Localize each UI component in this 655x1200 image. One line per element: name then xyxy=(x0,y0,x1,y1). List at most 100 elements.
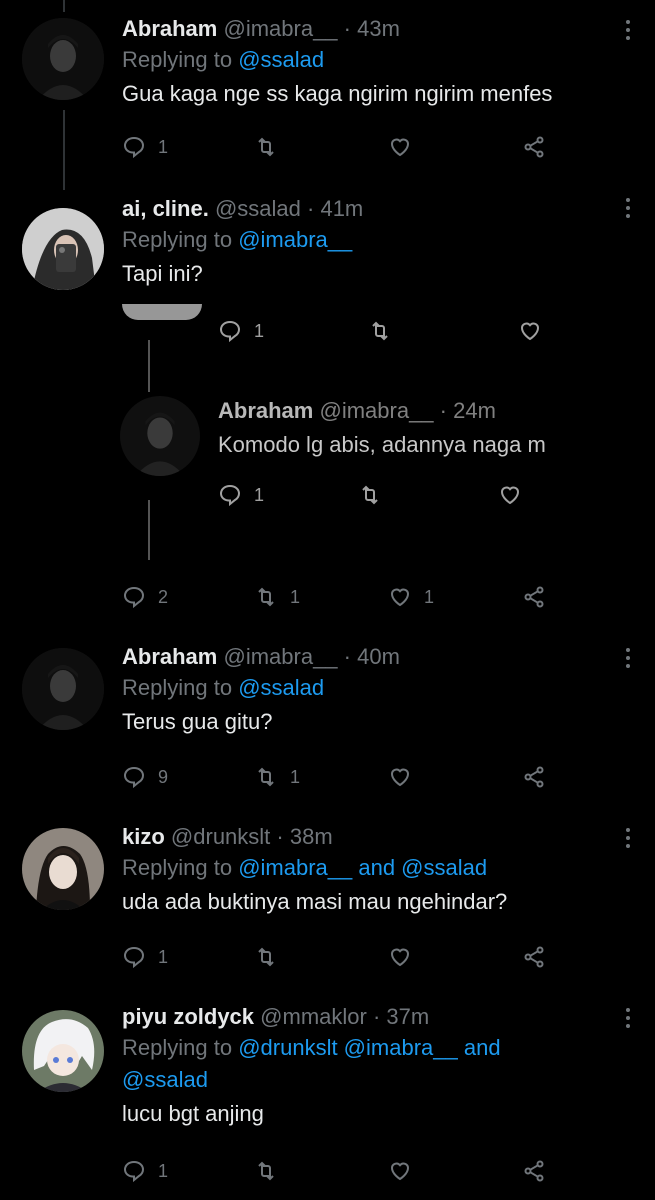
share-button[interactable] xyxy=(522,582,546,612)
handle[interactable]: @imabra__ xyxy=(223,644,337,669)
screenshot-quote-text: Komodo lg abis, adannya naga m xyxy=(218,432,546,457)
reply-icon xyxy=(123,586,145,609)
share-button[interactable] xyxy=(522,942,546,972)
reply-prefix: Replying to xyxy=(122,47,233,72)
handle[interactable]: @ssalad xyxy=(215,196,301,221)
more-options-icon[interactable] xyxy=(625,1008,631,1032)
reply-count: 1 xyxy=(158,946,169,967)
more-options-icon[interactable] xyxy=(625,20,631,44)
display-name[interactable]: ai, cline. xyxy=(122,196,209,221)
timestamp[interactable]: · 43m xyxy=(344,16,400,41)
reply-prefix: Replying to xyxy=(122,1035,233,1060)
reply-icon xyxy=(123,136,145,159)
reply-count: 9 xyxy=(158,766,169,787)
attached-screenshot[interactable]: 1 Abraham @imabra__ · 24m Komodo lg abis… xyxy=(110,300,655,560)
screenshot-avatar xyxy=(120,396,200,476)
timestamp[interactable]: · 37m xyxy=(373,1004,429,1029)
retweet-icon xyxy=(258,947,274,967)
heart-icon xyxy=(390,138,410,157)
share-button[interactable] xyxy=(522,762,546,792)
screenshot-thread-line xyxy=(148,500,150,560)
tweet[interactable]: piyu zoldyck @mmaklor · 37m Replying to … xyxy=(0,1000,655,1200)
reply-icon xyxy=(219,484,241,507)
retweet-icon xyxy=(258,137,274,157)
reply-button[interactable]: 9 xyxy=(122,762,168,792)
heart-icon xyxy=(390,948,410,967)
tweet-header: Abraham @imabra__ · 40m xyxy=(122,642,615,672)
reply-mention[interactable]: @ssalad xyxy=(238,47,324,72)
retweet-button[interactable]: 1 xyxy=(254,582,300,612)
tweet-text: lucu bgt anjing xyxy=(122,1101,264,1126)
heart-icon xyxy=(520,322,540,341)
handle[interactable]: @mmaklor xyxy=(260,1004,367,1029)
reply-icon xyxy=(123,946,145,969)
like-button[interactable] xyxy=(388,942,412,972)
retweet-icon xyxy=(258,1161,274,1181)
tweet[interactable]: ai, cline. @ssalad · 41m Replying to @im… xyxy=(0,190,655,640)
avatar[interactable] xyxy=(22,18,104,100)
retweet-icon xyxy=(258,587,274,607)
heart-icon xyxy=(390,588,410,607)
share-button[interactable] xyxy=(522,1156,546,1186)
like-button[interactable] xyxy=(388,1156,412,1186)
display-name[interactable]: Abraham xyxy=(122,644,217,669)
avatar[interactable] xyxy=(22,1010,104,1092)
handle[interactable]: @drunkslt xyxy=(171,824,270,849)
screenshot-reply: 1 xyxy=(218,480,264,510)
tweet[interactable]: kizo @drunkslt · 38m Replying to @imabra… xyxy=(0,820,655,1000)
more-options-icon[interactable] xyxy=(625,648,631,672)
reply-mention[interactable]: @ssalad xyxy=(238,675,324,700)
timestamp[interactable]: · 38m xyxy=(276,824,332,849)
reply-mention[interactable]: @drunkslt @imabra__ and xyxy=(238,1035,500,1060)
share-button[interactable] xyxy=(522,132,546,162)
tweet-header: piyu zoldyck @mmaklor · 37m xyxy=(122,1002,615,1032)
tweet-actions: 9 1 xyxy=(122,762,552,792)
reply-mention[interactable]: @imabra__ xyxy=(238,227,352,252)
share-icon xyxy=(524,136,544,158)
retweet-icon xyxy=(372,321,388,341)
avatar[interactable] xyxy=(22,648,104,730)
reply-mention[interactable]: @ssalad xyxy=(122,1067,208,1092)
like-button[interactable] xyxy=(388,762,412,792)
screenshot-quote-header: Abraham @imabra__ · 24m xyxy=(218,396,496,426)
reply-button[interactable]: 1 xyxy=(122,942,168,972)
display-name[interactable]: Abraham xyxy=(122,16,217,41)
screenshot-like xyxy=(518,316,542,346)
retweet-icon xyxy=(258,767,274,787)
timestamp[interactable]: · 41m xyxy=(307,196,363,221)
reply-button[interactable]: 1 xyxy=(122,132,168,162)
reply-prefix: Replying to xyxy=(122,855,233,880)
tweet[interactable]: Abraham @imabra__ · 43m Replying to @ssa… xyxy=(0,0,655,190)
screenshot-reply: 1 xyxy=(218,316,264,346)
tweet-text: uda ada buktinya masi mau ngehindar? xyxy=(122,889,508,914)
avatar[interactable] xyxy=(22,828,104,910)
tweet[interactable]: Abraham @imabra__ · 40m Replying to @ssa… xyxy=(0,640,655,820)
more-options-icon[interactable] xyxy=(625,198,631,222)
more-options-icon[interactable] xyxy=(625,828,631,852)
share-icon xyxy=(524,586,544,608)
retweet-button[interactable] xyxy=(254,132,278,162)
reply-count: 1 xyxy=(158,1160,169,1181)
timestamp[interactable]: · 40m xyxy=(344,644,400,669)
retweet-button[interactable]: 1 xyxy=(254,762,300,792)
screenshot-avatar-fragment xyxy=(122,304,202,320)
handle[interactable]: @imabra__ xyxy=(223,16,337,41)
replying-to: Replying to @ssalad xyxy=(122,44,615,76)
reply-count: 2 xyxy=(158,586,169,607)
reply-prefix: Replying to xyxy=(122,227,233,252)
screenshot-like xyxy=(498,480,522,510)
retweet-button[interactable] xyxy=(254,942,278,972)
screenshot-reply-count: 1 xyxy=(254,484,265,505)
reply-icon xyxy=(219,320,241,343)
reply-mention[interactable]: @imabra__ and @ssalad xyxy=(238,855,487,880)
reply-button[interactable]: 2 xyxy=(122,582,168,612)
like-button[interactable]: 1 xyxy=(388,582,434,612)
retweet-button[interactable] xyxy=(254,1156,278,1186)
display-name[interactable]: piyu zoldyck xyxy=(122,1004,254,1029)
like-button[interactable] xyxy=(388,132,412,162)
avatar[interactable] xyxy=(22,208,104,290)
reply-button[interactable]: 1 xyxy=(122,1156,168,1186)
display-name[interactable]: kizo xyxy=(122,824,165,849)
tweet-text: Gua kaga nge ss kaga ngirim ngirim menfe… xyxy=(122,81,553,106)
share-icon xyxy=(524,946,544,968)
